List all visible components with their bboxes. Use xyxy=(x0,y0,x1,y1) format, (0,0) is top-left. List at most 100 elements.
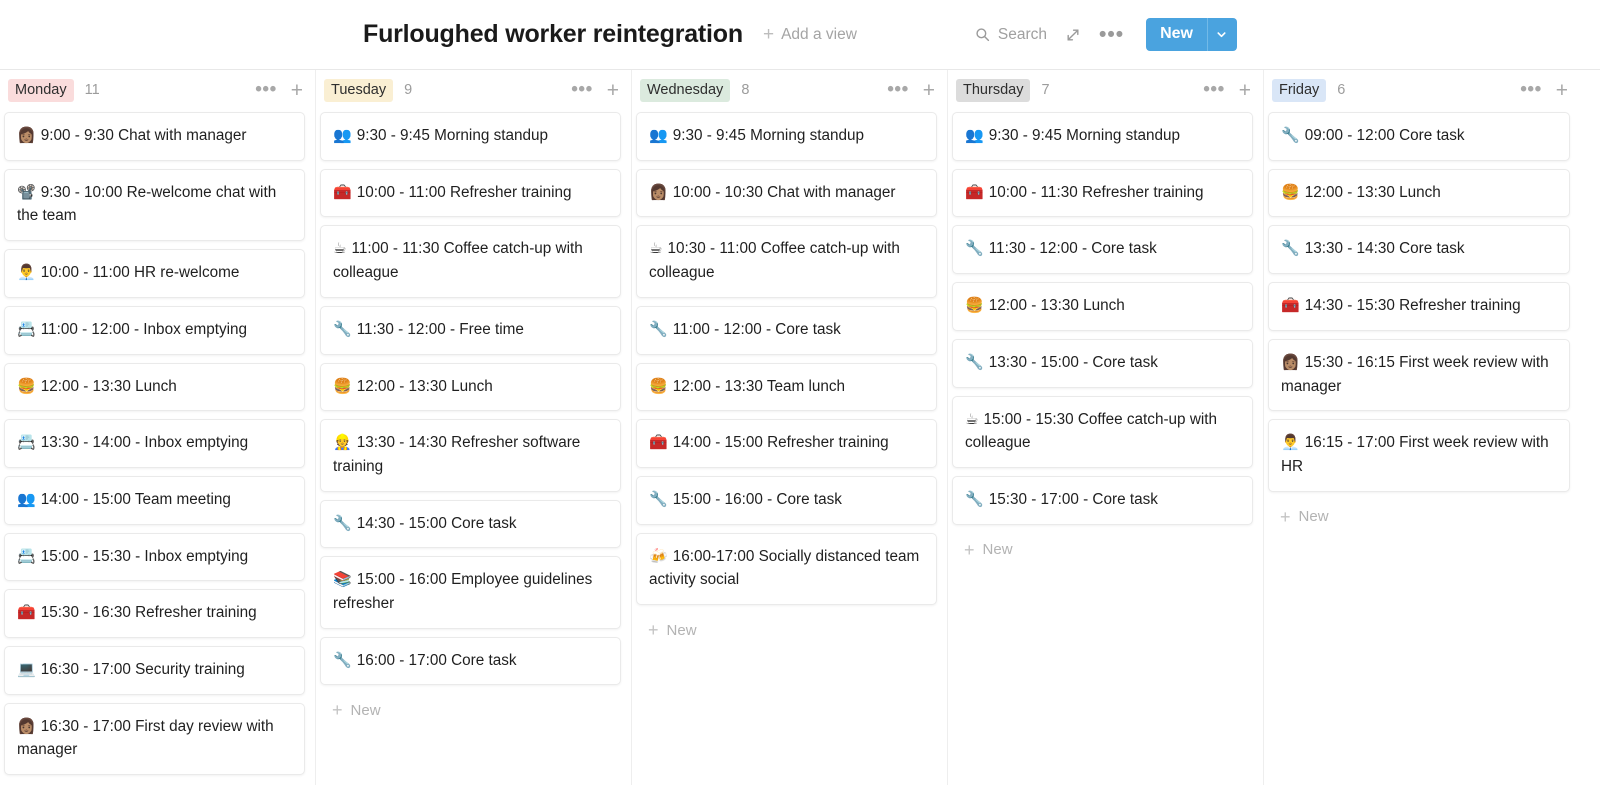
busts-silhouette-emoji: 👥 xyxy=(17,489,36,508)
task-card[interactable]: 📇 15:00 - 15:30 - Inbox emptying xyxy=(4,532,305,582)
task-card-text: 10:00 - 11:00 HR re-welcome xyxy=(40,264,240,282)
column-header: Tuesday 9 ••• + xyxy=(320,70,621,110)
task-card[interactable]: ☕ 15:00 - 15:30 Coffee catch-up with coll… xyxy=(952,395,1253,468)
task-card-text: 11:00 - 11:30 Coffee catch-up with colle… xyxy=(333,240,583,282)
column-header: Thursday 7 ••• + xyxy=(952,70,1253,110)
column-add-icon[interactable]: + xyxy=(291,80,303,101)
task-card-text: 16:15 - 17:00 First week review with HR xyxy=(1281,434,1549,475)
hamburger-emoji: 🍔 xyxy=(333,376,352,395)
task-card-text: 9:30 - 10:00 Re-welcome chat with the te… xyxy=(17,183,277,225)
new-button-group: New xyxy=(1146,18,1237,51)
task-card[interactable]: 🍔 12:00 - 13:30 Lunch xyxy=(952,282,1253,331)
task-card[interactable]: 🍔 12:00 - 13:30 Lunch xyxy=(320,362,621,412)
column-add-icon[interactable]: + xyxy=(1556,80,1568,101)
task-card[interactable]: 📽️ 9:30 - 10:00 Re-welcome chat with the … xyxy=(4,168,305,242)
coffee-emoji: ☕ xyxy=(649,239,663,258)
task-card[interactable]: 🧰 10:00 - 11:30 Refresher training xyxy=(952,168,1253,218)
wrench-emoji: 🔧 xyxy=(1281,126,1300,144)
new-card-button[interactable]: +New xyxy=(320,685,621,719)
more-horizontal-icon[interactable]: ••• xyxy=(1099,24,1124,45)
task-card[interactable]: 📇 13:30 - 14:00 - Inbox emptying xyxy=(4,419,305,468)
wrench-emoji: 🔧 xyxy=(649,489,668,508)
task-card[interactable]: ☕ 11:00 - 11:30 Coffee catch-up with coll… xyxy=(320,225,621,298)
task-card[interactable]: 🔧 14:30 - 15:00 Core task xyxy=(320,499,621,549)
column-more-icon[interactable]: ••• xyxy=(571,80,592,99)
column-add-icon[interactable]: + xyxy=(607,80,619,101)
task-card-text: 16:00-17:00 Socially distanced team acti… xyxy=(649,547,920,589)
task-card[interactable]: 👥 9:30 - 9:45 Morning standup xyxy=(320,112,621,161)
task-card[interactable]: 👥 14:00 - 15:00 Team meeting xyxy=(4,475,305,525)
task-card-text: 13:30 - 14:30 Refresher software trainin… xyxy=(333,434,581,475)
plus-icon: + xyxy=(1280,506,1291,527)
task-card[interactable]: 👥 9:30 - 9:45 Morning standup xyxy=(952,112,1253,161)
office-worker-emoji: 👨‍💼 xyxy=(1281,433,1300,452)
day-badge[interactable]: Tuesday xyxy=(324,78,394,102)
task-card-text: 9:30 - 9:45 Morning standup xyxy=(988,127,1181,144)
construction-worker-emoji: 👷 xyxy=(333,433,352,452)
expand-diagonal-icon[interactable] xyxy=(1065,27,1081,43)
task-card[interactable]: 🔧 09:00 - 12:00 Core task xyxy=(1268,112,1570,161)
task-card[interactable]: 👥 9:30 - 9:45 Morning standup xyxy=(636,112,937,161)
add-a-view-button[interactable]: + Add a view xyxy=(763,25,857,44)
task-card[interactable]: 🔧 13:30 - 14:30 Core task xyxy=(1268,225,1570,275)
task-card[interactable]: 🍔 12:00 - 13:30 Team lunch xyxy=(636,362,937,412)
column-more-icon[interactable]: ••• xyxy=(1520,80,1541,99)
chevron-down-icon xyxy=(1217,31,1226,37)
new-card-label: New xyxy=(1298,508,1329,526)
card-count: 11 xyxy=(84,82,100,98)
film-projector-emoji: 📽️ xyxy=(17,182,36,201)
new-dropdown-button[interactable] xyxy=(1206,18,1237,51)
task-card[interactable]: 🔧 15:00 - 16:00 - Core task xyxy=(636,475,937,525)
column-add-icon[interactable]: + xyxy=(923,80,935,101)
task-card[interactable]: 🔧 15:30 - 17:00 - Core task xyxy=(952,475,1253,525)
task-card[interactable]: 🔧 16:00 - 17:00 Core task xyxy=(320,636,621,686)
column-more-icon[interactable]: ••• xyxy=(887,80,908,99)
new-card-button[interactable]: +New xyxy=(636,605,937,639)
task-card[interactable]: 🧰 14:00 - 15:00 Refresher training xyxy=(636,419,937,468)
task-card[interactable]: 👩🏽 15:30 - 16:15 First week review with m… xyxy=(1268,338,1570,412)
task-card[interactable]: 🔧 11:00 - 12:00 - Core task xyxy=(636,305,937,355)
task-card[interactable]: 👩🏽 9:00 - 9:30 Chat with manager xyxy=(4,112,305,161)
wrench-emoji: 🔧 xyxy=(333,319,352,338)
new-card-button[interactable]: + New xyxy=(1268,492,1570,526)
task-card[interactable]: 🔧 11:30 - 12:00 - Core task xyxy=(952,225,1253,275)
task-card[interactable]: 📚 15:00 - 16:00 Employee guidelines refre… xyxy=(320,556,621,629)
task-card[interactable]: 💻 16:30 - 17:00 Security training xyxy=(4,646,305,695)
new-card-button[interactable]: +New xyxy=(952,525,1253,559)
search-button[interactable]: Search xyxy=(975,26,1047,44)
task-card[interactable]: 🍻 16:00-17:00 Socially distanced team act… xyxy=(636,532,937,606)
task-card[interactable]: 🔧 11:30 - 12:00 - Free time xyxy=(320,305,621,355)
task-card[interactable]: 🧰 10:00 - 11:00 Refresher training xyxy=(320,168,621,218)
task-card[interactable]: 🔧 13:30 - 15:00 - Core task xyxy=(952,338,1253,388)
task-card[interactable]: 🍔 12:00 - 13:30 Lunch xyxy=(1268,168,1570,218)
column-add-icon[interactable]: + xyxy=(1239,80,1251,101)
task-card[interactable]: 📇 11:00 - 12:00 - Inbox emptying xyxy=(4,305,305,355)
column-header: Monday 11 ••• + xyxy=(4,70,305,110)
day-badge[interactable]: Wednesday xyxy=(640,78,731,102)
day-badge[interactable]: Thursday xyxy=(956,78,1031,102)
task-card-text: 15:00 - 16:00 Employee guidelines refres… xyxy=(333,571,593,613)
office-worker-emoji: 👨‍💼 xyxy=(17,263,36,282)
task-card[interactable]: 👩🏽 10:00 - 10:30 Chat with manager xyxy=(636,168,937,218)
new-card-button[interactable]: +New xyxy=(4,775,305,785)
new-button[interactable]: New xyxy=(1146,18,1207,51)
task-card[interactable]: 👷 13:30 - 14:30 Refresher software traini… xyxy=(320,419,621,492)
card-count: 6 xyxy=(1337,82,1346,98)
column-more-icon[interactable]: ••• xyxy=(255,80,276,99)
task-card[interactable]: 👨‍💼 16:15 - 17:00 First week review with … xyxy=(1268,419,1570,492)
day-badge[interactable]: Friday xyxy=(1272,78,1327,102)
task-card[interactable]: 🧰 14:30 - 15:30 Refresher training xyxy=(1268,282,1570,331)
column-more-icon[interactable]: ••• xyxy=(1203,80,1224,99)
books-emoji: 📚 xyxy=(333,570,352,589)
new-card-label: New xyxy=(666,621,697,639)
task-card-text: 11:00 - 12:00 - Core task xyxy=(672,320,841,338)
laptop-emoji: 💻 xyxy=(17,660,36,679)
task-card[interactable]: 🍔 12:00 - 13:30 Lunch xyxy=(4,362,305,412)
task-card-text: 13:30 - 14:00 - Inbox emptying xyxy=(40,434,249,452)
task-card[interactable]: 👨‍💼 10:00 - 11:00 HR re-welcome xyxy=(4,249,305,298)
hamburger-emoji: 🍔 xyxy=(1281,182,1300,201)
task-card[interactable]: 🧰 15:30 - 16:30 Refresher training xyxy=(4,589,305,639)
task-card[interactable]: 👩🏽 16:30 - 17:00 First day review with ma… xyxy=(4,702,305,776)
day-badge[interactable]: Monday xyxy=(8,78,74,102)
task-card[interactable]: ☕ 10:30 - 11:00 Coffee catch-up with coll… xyxy=(636,225,937,298)
